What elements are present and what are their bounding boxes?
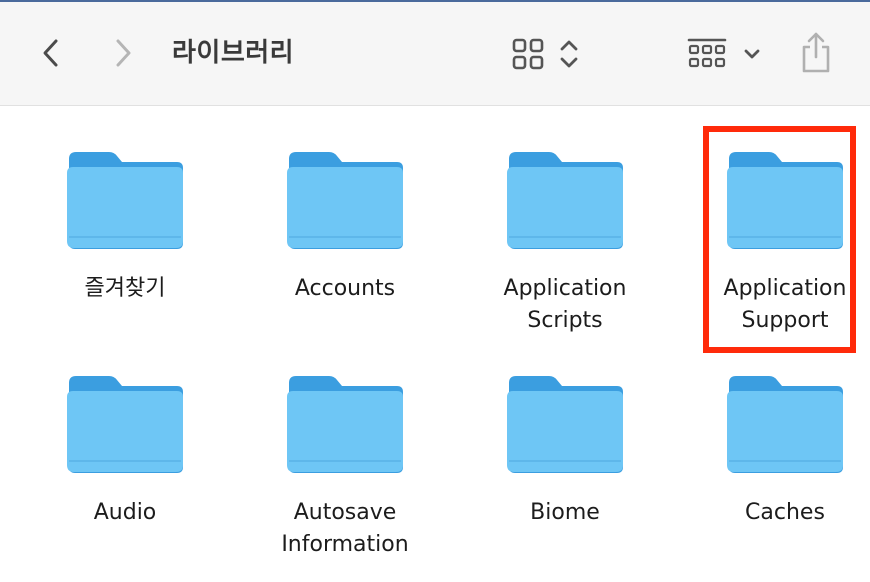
folder-item[interactable]: Audio: [25, 373, 225, 529]
toolbar: 라이브러리: [0, 2, 870, 106]
folder-label: Autosave Information: [281, 500, 409, 557]
folder-item[interactable]: Caches: [685, 373, 870, 529]
chevron-right-icon: [116, 39, 131, 67]
folder-label: Application Scripts: [503, 276, 627, 333]
folder-icon: [727, 152, 843, 249]
chevron-down-icon: [744, 49, 760, 59]
folder-icon: [507, 376, 623, 473]
folder-item[interactable]: Biome: [465, 373, 665, 529]
view-mode-button[interactable]: [504, 30, 588, 78]
file-grid: 즐겨찾기 Accounts Application Scripts Applicati…: [0, 107, 870, 582]
share-button[interactable]: [794, 26, 838, 80]
folder-label: Application Support: [723, 276, 847, 333]
folder-item[interactable]: Application Scripts: [465, 149, 665, 337]
window-title: 라이브러리: [172, 38, 295, 68]
group-by-button[interactable]: [680, 30, 770, 78]
folder-label: Caches: [745, 500, 825, 525]
folder-item[interactable]: Application Support: [685, 149, 870, 337]
back-button[interactable]: [30, 32, 72, 74]
folder-icon: [67, 152, 183, 249]
forward-button[interactable]: [102, 32, 144, 74]
folder-label: 즐겨찾기: [84, 276, 166, 301]
folder-icon: [287, 152, 403, 249]
chevron-left-icon: [43, 39, 58, 67]
folder-label: Accounts: [294, 276, 396, 301]
folder-item[interactable]: Accounts: [245, 149, 445, 305]
icon-grid-view-icon: [512, 38, 544, 70]
folder-label: Audio: [93, 500, 157, 525]
group-by-icon: [687, 38, 727, 68]
folder-item[interactable]: Autosave Information: [245, 373, 445, 561]
folder-label: Biome: [530, 500, 600, 525]
share-icon: [802, 32, 830, 73]
up-down-chevron-icon: [560, 40, 578, 68]
folder-item[interactable]: 즐겨찾기: [25, 149, 225, 305]
folder-icon: [67, 376, 183, 473]
folder-icon: [727, 376, 843, 473]
folder-icon: [507, 152, 623, 249]
finder-window: 라이브러리 즐겨찾기 Accounts Application Scripts …: [0, 0, 870, 582]
folder-icon: [287, 376, 403, 473]
